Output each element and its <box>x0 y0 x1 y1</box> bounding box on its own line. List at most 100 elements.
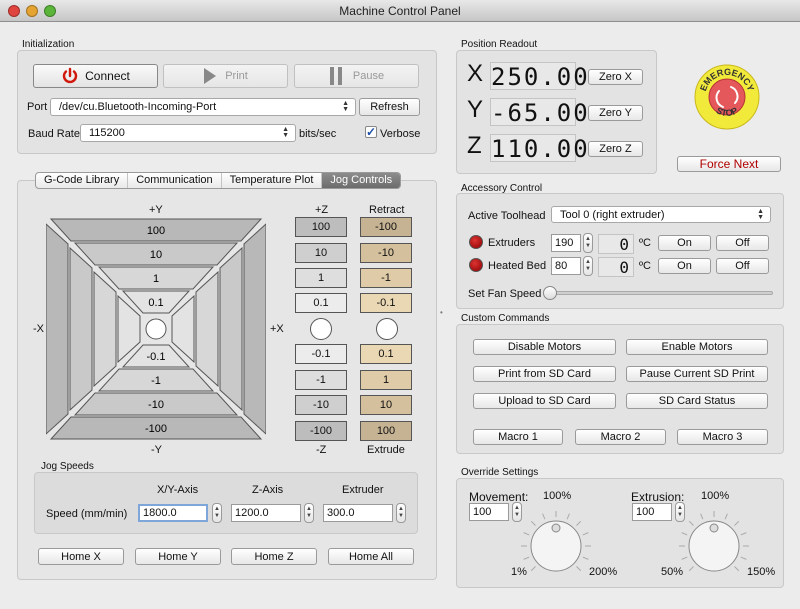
zero-z-button[interactable]: Zero Z <box>588 141 643 157</box>
force-next-button[interactable]: Force Next <box>677 156 781 172</box>
print-button[interactable]: Print <box>163 64 288 88</box>
minimize-window-button[interactable] <box>26 5 38 17</box>
sd-card-status-button[interactable]: SD Card Status <box>626 393 768 409</box>
home-all-button[interactable]: Home All <box>328 548 414 565</box>
jog-minus-x-button[interactable] <box>46 223 69 435</box>
enable-motors-button[interactable]: Enable Motors <box>626 339 768 355</box>
home-y-button[interactable]: Home Y <box>135 548 221 565</box>
knob-tick <box>734 566 740 572</box>
jog-plus-x-button[interactable] <box>195 270 219 388</box>
xy-home-circle[interactable] <box>145 318 167 340</box>
movement-knob[interactable] <box>520 508 592 580</box>
jog-minus-x-button[interactable] <box>69 246 93 412</box>
z-jog-button[interactable]: -10 <box>295 395 347 415</box>
extruder-jog-button[interactable]: -1 <box>360 268 412 288</box>
z-jog-button[interactable]: 100 <box>295 217 347 237</box>
extruder-jog-button[interactable]: 10 <box>360 395 412 415</box>
fan-speed-slider-thumb[interactable] <box>543 286 557 300</box>
z-home-circle[interactable] <box>310 318 332 340</box>
extruder-home-circle[interactable] <box>376 318 398 340</box>
z-jog-button[interactable]: 1 <box>295 268 347 288</box>
window-title: Machine Control Panel <box>339 4 461 18</box>
z-jog-button[interactable]: -0.1 <box>295 344 347 364</box>
xy-speed-input[interactable]: 1800.0 <box>138 504 208 522</box>
extruder-jog-button[interactable]: 0.1 <box>360 344 412 364</box>
verbose-checkbox[interactable]: ✓ <box>365 126 377 138</box>
heated-bed-setpoint-input[interactable]: 80 <box>551 257 581 275</box>
knob-indicator <box>551 523 561 533</box>
macro-3-button[interactable]: Macro 3 <box>677 429 768 445</box>
heated-bed-off-button[interactable]: Off <box>716 258 769 274</box>
extruders-status-led-icon <box>469 235 483 249</box>
zero-x-button[interactable]: Zero X <box>588 69 643 85</box>
knob-tick <box>523 532 530 536</box>
extrusion-knob[interactable] <box>678 508 750 580</box>
home-z-button[interactable]: Home Z <box>231 548 317 565</box>
extruder-jog-button[interactable]: -0.1 <box>360 293 412 313</box>
plus-x-label: +X <box>270 323 284 335</box>
xy-speed-stepper[interactable]: ▲ ▼ <box>212 503 222 523</box>
zero-y-button[interactable]: Zero Y <box>588 105 643 121</box>
extruder-header: Extruder <box>342 484 384 496</box>
active-toolhead-select[interactable]: Tool 0 (right extruder) ▲ ▼ <box>551 206 771 223</box>
movement-input[interactable]: 100 <box>469 503 509 521</box>
z-speed-stepper[interactable]: ▲ ▼ <box>304 503 314 523</box>
title-bar: Machine Control Panel <box>0 0 800 22</box>
jog-plus-x-button[interactable] <box>219 246 243 412</box>
jog-plus-x-button[interactable] <box>243 223 266 435</box>
position-y-display: -65.00 <box>490 98 590 127</box>
jog-plus-y-step-label: 10 <box>150 249 162 261</box>
z-jog-button[interactable]: 10 <box>295 243 347 263</box>
pause-button[interactable]: Pause <box>294 64 419 88</box>
close-window-button[interactable] <box>8 5 20 17</box>
port-label: Port <box>27 101 48 113</box>
baud-rate-select[interactable]: 115200 ▲ ▼ <box>80 124 296 142</box>
disable-motors-button[interactable]: Disable Motors <box>473 339 616 355</box>
extruder-jog-button[interactable]: 1 <box>360 370 412 390</box>
extruders-setpoint-stepper[interactable]: ▲ ▼ <box>583 233 593 253</box>
tab-communication[interactable]: Communication <box>128 173 222 188</box>
jog-minus-x-button[interactable] <box>93 270 117 388</box>
extruders-on-button[interactable]: On <box>658 235 711 251</box>
extruders-setpoint-input[interactable]: 190 <box>551 234 581 252</box>
position-readout-title: Position Readout <box>461 39 538 50</box>
z-speed-input[interactable]: 1200.0 <box>231 504 301 522</box>
split-divider-handle[interactable]: • <box>440 308 446 317</box>
z-jog-button[interactable]: -100 <box>295 421 347 441</box>
extruder-jog-button[interactable]: 100 <box>360 421 412 441</box>
upload-to-sd-button[interactable]: Upload to SD Card <box>473 393 616 409</box>
verbose-label: Verbose <box>380 128 421 140</box>
tab-jog-controls[interactable]: Jog Controls <box>322 173 401 188</box>
refresh-button[interactable]: Refresh <box>359 98 420 116</box>
fan-speed-slider-track[interactable] <box>545 291 773 295</box>
macro-1-button[interactable]: Macro 1 <box>473 429 563 445</box>
tab-temperature-plot[interactable]: Temperature Plot <box>222 173 323 188</box>
jog-speeds-title: Jog Speeds <box>41 461 94 472</box>
home-x-button[interactable]: Home X <box>38 548 124 565</box>
extrusion-input[interactable]: 100 <box>632 503 672 521</box>
emergency-stop-button[interactable]: EMERGENCY STOP <box>693 63 761 131</box>
extruders-off-button[interactable]: Off <box>716 235 769 251</box>
knob-tick <box>724 513 728 520</box>
z-jog-button[interactable]: -1 <box>295 370 347 390</box>
heated-bed-unit-label: ºC <box>639 260 651 272</box>
pause-sd-print-button[interactable]: Pause Current SD Print <box>626 366 768 382</box>
heated-bed-on-button[interactable]: On <box>658 258 711 274</box>
extruder-speed-input[interactable]: 300.0 <box>323 504 393 522</box>
initialization-title: Initialization <box>22 39 75 50</box>
extruder-speed-stepper[interactable]: ▲ ▼ <box>396 503 406 523</box>
macro-2-button[interactable]: Macro 2 <box>575 429 666 445</box>
extruder-jog-button[interactable]: -10 <box>360 243 412 263</box>
select-arrows-icon: ▲ ▼ <box>342 100 349 113</box>
z-jog-button[interactable]: 0.1 <box>295 293 347 313</box>
zoom-window-button[interactable] <box>44 5 56 17</box>
connect-button[interactable]: Connect <box>33 64 158 88</box>
print-from-sd-button[interactable]: Print from SD Card <box>473 366 616 382</box>
active-toolhead-value: Tool 0 (right extruder) <box>560 208 665 221</box>
port-select[interactable]: /dev/cu.Bluetooth-Incoming-Port ▲ ▼ <box>50 98 356 116</box>
extrude-label: Extrude <box>367 444 405 456</box>
heated-bed-setpoint-stepper[interactable]: ▲ ▼ <box>583 256 593 276</box>
tab-gcode-library[interactable]: G-Code Library <box>36 173 129 188</box>
extruder-jog-button[interactable]: -100 <box>360 217 412 237</box>
knob-tick <box>740 556 747 560</box>
